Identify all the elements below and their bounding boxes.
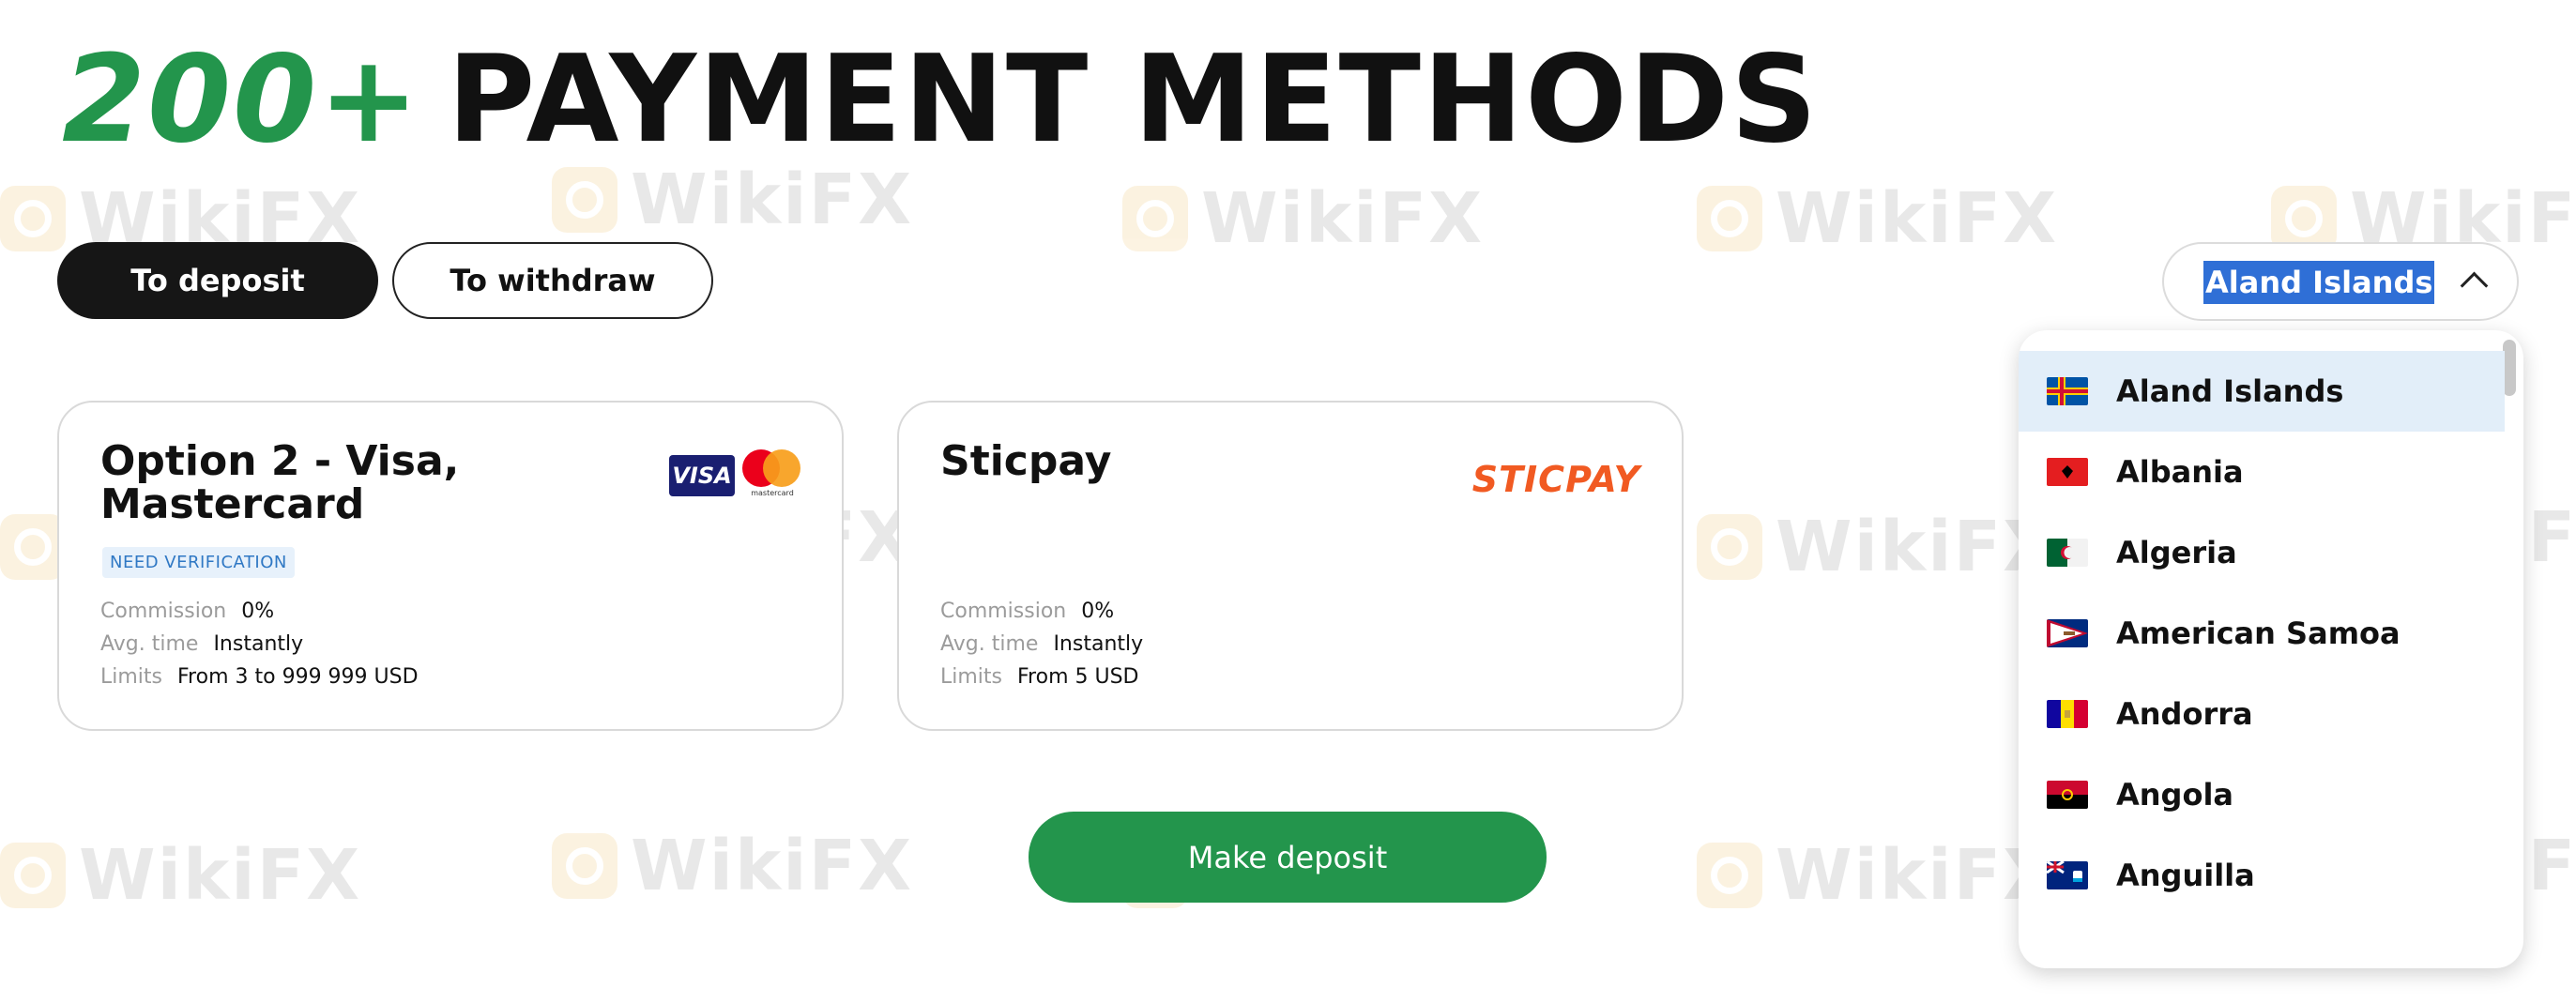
- watermark: WikiFX: [1697, 507, 2058, 587]
- wikifx-logo-icon: [1697, 843, 1762, 908]
- payment-method-name: Option 2 - Visa, Mastercard: [100, 437, 460, 528]
- watermark: WikiFX: [0, 835, 361, 916]
- visa-logo-icon: VISA: [669, 455, 735, 496]
- title-accent: 200+: [62, 30, 421, 170]
- title-text: PAYMENT METHODS: [447, 30, 1820, 170]
- limits-row: Limits From 3 to 999 999 USD: [100, 665, 419, 689]
- country-option-andorra[interactable]: Andorra: [2019, 674, 2505, 754]
- scrollbar[interactable]: [2503, 340, 2516, 396]
- payment-card-visa-mastercard[interactable]: Option 2 - Visa, Mastercard VISA masterc…: [57, 401, 844, 731]
- country-option-anguilla[interactable]: Anguilla: [2019, 835, 2505, 916]
- wikifx-logo-icon: [552, 167, 617, 233]
- mastercard-logo-label: mastercard: [751, 489, 794, 497]
- country-option-american-samoa[interactable]: American Samoa: [2019, 593, 2505, 674]
- page-title: 200+ PAYMENT METHODS: [62, 39, 1819, 161]
- american-samoa-flag-icon: [2047, 619, 2088, 647]
- country-dropdown[interactable]: Aland Islands Albania Algeria American S…: [2019, 330, 2523, 968]
- wikifx-logo-icon: [1697, 514, 1762, 580]
- wikifx-logo-icon: [0, 186, 66, 251]
- anguilla-flag-icon: [2047, 861, 2088, 889]
- wikifx-logo-icon: [0, 843, 66, 908]
- andorra-flag-icon: [2047, 700, 2088, 728]
- commission-row: Commission 0%: [940, 600, 1115, 623]
- wikifx-logo-icon: [552, 833, 617, 899]
- mastercard-logo-icon: mastercard: [742, 449, 802, 502]
- wikifx-logo-icon: [1122, 186, 1188, 251]
- tab-deposit[interactable]: To deposit: [57, 242, 378, 319]
- selected-country: Aland Islands: [2203, 261, 2435, 304]
- country-select[interactable]: Aland Islands: [2162, 242, 2519, 321]
- wikifx-logo-icon: [1697, 186, 1762, 251]
- country-option-albania[interactable]: Albania: [2019, 432, 2505, 512]
- avg-time-row: Avg. time Instantly: [940, 632, 1144, 656]
- albania-flag-icon: [2047, 458, 2088, 486]
- country-option-angola[interactable]: Angola: [2019, 754, 2505, 835]
- commission-row: Commission 0%: [100, 600, 275, 623]
- payment-card-sticpay[interactable]: Sticpay STICPAY Commission 0% Avg. time In…: [897, 401, 1684, 731]
- watermark: WikiFX: [552, 826, 913, 906]
- make-deposit-button[interactable]: Make deposit: [1029, 812, 1547, 903]
- limits-row: Limits From 5 USD: [940, 665, 1139, 689]
- payment-method-name: Sticpay: [940, 437, 1112, 485]
- angola-flag-icon: [2047, 781, 2088, 809]
- sticpay-logo-icon: STICPAY: [1471, 459, 1640, 500]
- aland-flag-icon: [2047, 377, 2088, 405]
- watermark: WikiFX: [1697, 835, 2058, 916]
- chevron-up-icon[interactable]: [2461, 266, 2487, 293]
- watermark: WikiFX: [1697, 178, 2058, 259]
- country-option-algeria[interactable]: Algeria: [2019, 512, 2505, 593]
- wikifx-logo-icon: [0, 514, 66, 580]
- verification-badge: NEED VERIFICATION: [102, 547, 295, 578]
- watermark: WikiFX: [552, 160, 913, 240]
- country-option-aland-islands[interactable]: Aland Islands: [2019, 351, 2505, 432]
- avg-time-row: Avg. time Instantly: [100, 632, 304, 656]
- algeria-flag-icon: [2047, 539, 2088, 567]
- tab-withdraw[interactable]: To withdraw: [392, 242, 713, 319]
- watermark: WikiFX: [1122, 178, 1484, 259]
